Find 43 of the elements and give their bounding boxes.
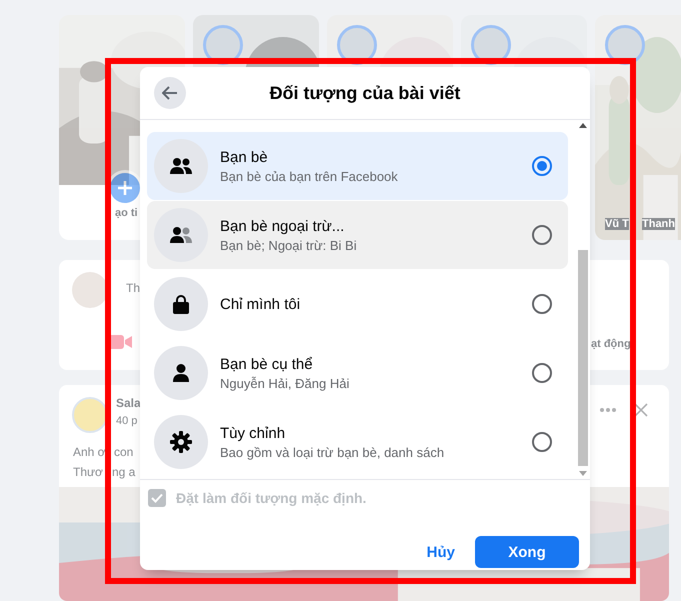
avatar-icon bbox=[72, 397, 108, 433]
radio-button[interactable] bbox=[532, 432, 552, 452]
option-subtitle: Nguyễn Hải, Đăng Hải bbox=[220, 376, 350, 390]
radio-button[interactable] bbox=[532, 156, 552, 176]
post-text: ng a bbox=[112, 465, 136, 479]
radio-button[interactable] bbox=[532, 294, 552, 314]
audience-option[interactable]: Bạn bè Bạn bè của bạn trên Facebook bbox=[147, 132, 568, 200]
radio-button[interactable] bbox=[532, 363, 552, 383]
dialog-title: Đối tượng của bài viết bbox=[270, 82, 460, 104]
radio-button[interactable] bbox=[532, 225, 552, 245]
audience-option[interactable]: Chỉ mình tôi bbox=[147, 270, 568, 338]
post-time: 40 p bbox=[116, 415, 138, 427]
checkbox-label: Đặt làm đối tượng mặc định. bbox=[176, 490, 366, 506]
option-subtitle: Bạn bè; Ngoại trừ: Bi Bi bbox=[220, 238, 358, 252]
story-caption: ạo ti bbox=[115, 207, 138, 219]
option-title: Tùy chỉnh bbox=[220, 424, 286, 442]
done-button[interactable]: Xong bbox=[475, 536, 579, 568]
option-title: Bạn bè cụ thể bbox=[220, 356, 314, 372]
audience-option[interactable]: Tùy chỉnh Bao gồm và loại trừ bạn bè, danh sách bbox=[147, 408, 568, 476]
option-subtitle: Bạn bè của bạn trên Facebook bbox=[220, 168, 399, 184]
option-subtitle: Bao gồm và loại trừ bạn bè, danh sách bbox=[220, 444, 446, 460]
option-title: Chỉ mình tôi bbox=[220, 296, 302, 312]
audience-option[interactable]: Bạn bè cụ thể Nguyễn Hải, Đăng Hải bbox=[147, 339, 568, 407]
post-author[interactable]: Sala bbox=[116, 396, 141, 410]
scrollbar[interactable] bbox=[576, 120, 590, 479]
avatar-icon bbox=[72, 272, 108, 308]
post-text: con bbox=[114, 445, 134, 459]
composer-prompt[interactable]: Th bbox=[126, 281, 140, 295]
back-button[interactable] bbox=[154, 77, 186, 109]
post-text: Thươ bbox=[73, 465, 103, 479]
story-caption: Thanh bbox=[642, 218, 675, 230]
activity-label[interactable]: ạt động bbox=[591, 338, 631, 350]
arrow-left-icon bbox=[162, 86, 178, 100]
more-icon[interactable] bbox=[599, 407, 617, 413]
option-title: Bạn bè ngoại trừ... bbox=[220, 218, 346, 234]
close-icon[interactable] bbox=[634, 403, 648, 417]
video-camera-icon[interactable] bbox=[108, 334, 132, 350]
story-caption: Vũ T bbox=[605, 218, 629, 230]
audience-option[interactable]: Bạn bè ngoại trừ... Bạn bè; Ngoại trừ: Bi Bi bbox=[147, 201, 568, 269]
option-title: Bạn bè bbox=[220, 148, 269, 166]
post-text: Anh ơ bbox=[73, 445, 106, 459]
cancel-button[interactable]: Hủy bbox=[418, 536, 463, 568]
check-icon bbox=[151, 493, 163, 503]
